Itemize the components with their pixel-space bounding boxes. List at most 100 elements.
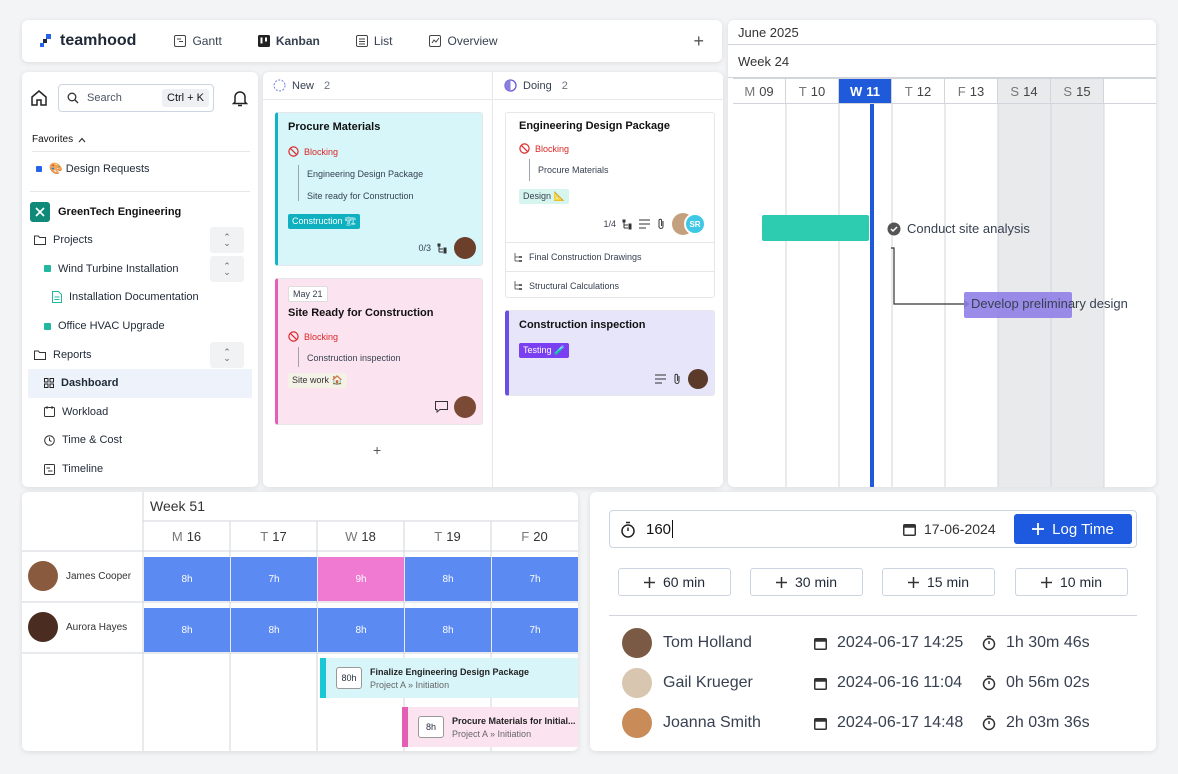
blocked-item[interactable]: Construction inspection: [307, 347, 401, 363]
sidebar-item-installation-docs[interactable]: Installation Documentation: [28, 283, 252, 312]
hours-cell[interactable]: 8h: [144, 608, 230, 652]
tab-gantt[interactable]: Gantt: [174, 34, 222, 48]
hours-cell[interactable]: 8h: [405, 557, 491, 601]
teamhood-logo[interactable]: teamhood: [40, 32, 136, 50]
tag-testing[interactable]: Testing 🧪: [519, 343, 570, 358]
person-name: James Cooper: [66, 570, 132, 582]
subtask-icon: [514, 281, 522, 290]
subtasks-icon: [622, 219, 632, 229]
favorite-design-requests[interactable]: 🎨 Design Requests: [36, 162, 258, 175]
tab-overview[interactable]: Overview: [428, 34, 498, 48]
gantt-task-site-analysis[interactable]: Conduct site analysis: [887, 221, 1030, 236]
sidebar-item-wind-turbine[interactable]: Wind Turbine Installation ⌃ ⌄: [28, 255, 252, 284]
hours-cell[interactable]: 8h: [405, 608, 491, 652]
task-title: Finalize Engineering Design Package: [370, 666, 530, 677]
expand-toggle[interactable]: ⌃ ⌄: [210, 341, 244, 368]
card-footer: [435, 396, 476, 418]
schedule-task[interactable]: 80h Finalize Engineering Design Package …: [320, 658, 578, 698]
time-value[interactable]: 160: [646, 521, 671, 538]
hours-cell[interactable]: 8h: [231, 608, 317, 652]
time-entry[interactable]: Joanna Smith 2024-06-17 14:48 2h 03m 36s: [622, 707, 1090, 739]
sidebar-item-reports[interactable]: Reports ⌃ ⌄: [28, 340, 252, 369]
hours-cell[interactable]: 8h: [318, 608, 404, 652]
quick-add-button[interactable]: 60 min: [618, 568, 731, 596]
blocking-text: Blocking: [304, 331, 339, 342]
schedule-task[interactable]: 8h Procure Materials for Initial... Proj…: [402, 707, 578, 747]
kanban-board: New 2 Procure Materials Blocking Enginee…: [263, 72, 723, 487]
blocking-label: Blocking: [288, 146, 338, 157]
tab-list[interactable]: List: [355, 34, 393, 48]
blocked-item[interactable]: Engineering Design Package: [307, 165, 423, 179]
assignee-avatar[interactable]: [688, 369, 708, 389]
expand-toggle[interactable]: ⌃ ⌄: [210, 255, 244, 282]
sidebar-item-timeline[interactable]: Timeline: [28, 455, 252, 484]
home-icon[interactable]: [30, 89, 48, 107]
hours-cell[interactable]: 7h: [492, 557, 578, 601]
resource-schedule: Week 51 M 16 T 17 W 18 T 19 F 20 James Cooper 8h 7h…: [22, 492, 578, 751]
project-color-dot: [44, 265, 51, 273]
gantt-bar-site-analysis[interactable]: [762, 215, 869, 241]
sidebar-item-projects[interactable]: Projects ⌃ ⌄: [28, 226, 252, 255]
stopwatch-icon: [982, 715, 996, 731]
sidebar-item-dashboard[interactable]: Dashboard: [28, 368, 252, 398]
quick-add-label: 60 min: [662, 574, 706, 590]
card-engineering-design[interactable]: Engineering Design Package Blocking Proc…: [505, 112, 715, 298]
list-icon: [355, 35, 368, 47]
blocking-label: Blocking: [519, 143, 569, 154]
column-name: New: [292, 79, 315, 92]
hours-cell[interactable]: 8h: [144, 557, 230, 601]
favorite-color-square: [36, 165, 42, 172]
assignee-avatar[interactable]: [454, 237, 476, 259]
bell-icon[interactable]: [232, 89, 248, 107]
hours-cell[interactable]: 7h: [231, 557, 317, 601]
tag-design[interactable]: Design 📐: [519, 189, 569, 204]
tag-construction[interactable]: Construction 🏗: [288, 214, 361, 229]
search-input[interactable]: Search Ctrl + K: [58, 84, 214, 112]
assignee-avatars[interactable]: SR: [672, 213, 708, 235]
add-view-button[interactable]: +: [693, 31, 704, 52]
card-construction-inspection[interactable]: Construction inspection Testing 🧪: [505, 310, 715, 396]
sidebar-item-label: Projects: [53, 234, 93, 247]
card-site-ready[interactable]: May 21 Site Ready for Construction Block…: [275, 278, 483, 425]
person-row[interactable]: James Cooper: [28, 561, 131, 591]
status-doing-icon: [504, 79, 517, 92]
folder-icon: [34, 235, 46, 246]
column-name: Doing: [523, 79, 552, 92]
time-input[interactable]: 160 17-06-2024 Log Time: [609, 510, 1137, 548]
child-item[interactable]: Final Construction Drawings: [506, 242, 714, 271]
divider: [609, 615, 1137, 616]
person-row[interactable]: Aurora Hayes: [28, 612, 127, 642]
expand-toggle[interactable]: ⌃ ⌄: [210, 227, 244, 254]
date-picker[interactable]: 17-06-2024: [903, 521, 996, 537]
blocked-item[interactable]: Procure Materials: [538, 159, 609, 175]
favorites-header[interactable]: Favorites: [32, 134, 250, 152]
tab-kanban[interactable]: Kanban: [257, 34, 320, 48]
task-label[interactable]: Develop preliminary design: [971, 296, 1128, 311]
comment-icon[interactable]: [435, 401, 448, 413]
time-entry[interactable]: Gail Krueger 2024-06-16 11:04 0h 56m 02s: [622, 667, 1090, 699]
sidebar-item-time-cost[interactable]: Time & Cost: [28, 426, 252, 455]
hours-cell[interactable]: 9h: [318, 557, 404, 601]
column-header[interactable]: Doing 2: [494, 72, 723, 100]
subtasks-icon: [437, 243, 447, 253]
sidebar-item-office-hvac[interactable]: Office HVAC Upgrade: [28, 312, 252, 341]
stopwatch-icon: [982, 675, 996, 691]
gantt-week: Week 24: [728, 45, 1156, 78]
assignee-avatar[interactable]: [454, 396, 476, 418]
favorites-label: Favorites: [32, 134, 74, 145]
time-entry[interactable]: Tom Holland 2024-06-17 14:25 1h 30m 46s: [622, 627, 1090, 659]
tag-site-work[interactable]: Site work 🏠: [288, 373, 347, 388]
card-footer: 1/4 SR: [603, 213, 708, 235]
blocked-item[interactable]: Site ready for Construction: [307, 179, 423, 201]
column-header[interactable]: New 2: [263, 72, 492, 100]
quick-add-button[interactable]: 30 min: [750, 568, 863, 596]
log-time-button[interactable]: Log Time: [1014, 514, 1132, 544]
quick-add-button[interactable]: 15 min: [882, 568, 995, 596]
hours-cell[interactable]: 7h: [492, 608, 578, 652]
card-procure-materials[interactable]: Procure Materials Blocking Engineering D…: [275, 112, 483, 266]
child-item[interactable]: Structural Calculations: [506, 271, 714, 297]
workspace-header[interactable]: GreenTech Engineering: [30, 191, 250, 222]
add-card-button[interactable]: +: [373, 442, 381, 458]
quick-add-button[interactable]: 10 min: [1015, 568, 1128, 596]
sidebar-item-workload[interactable]: Workload: [28, 398, 252, 427]
